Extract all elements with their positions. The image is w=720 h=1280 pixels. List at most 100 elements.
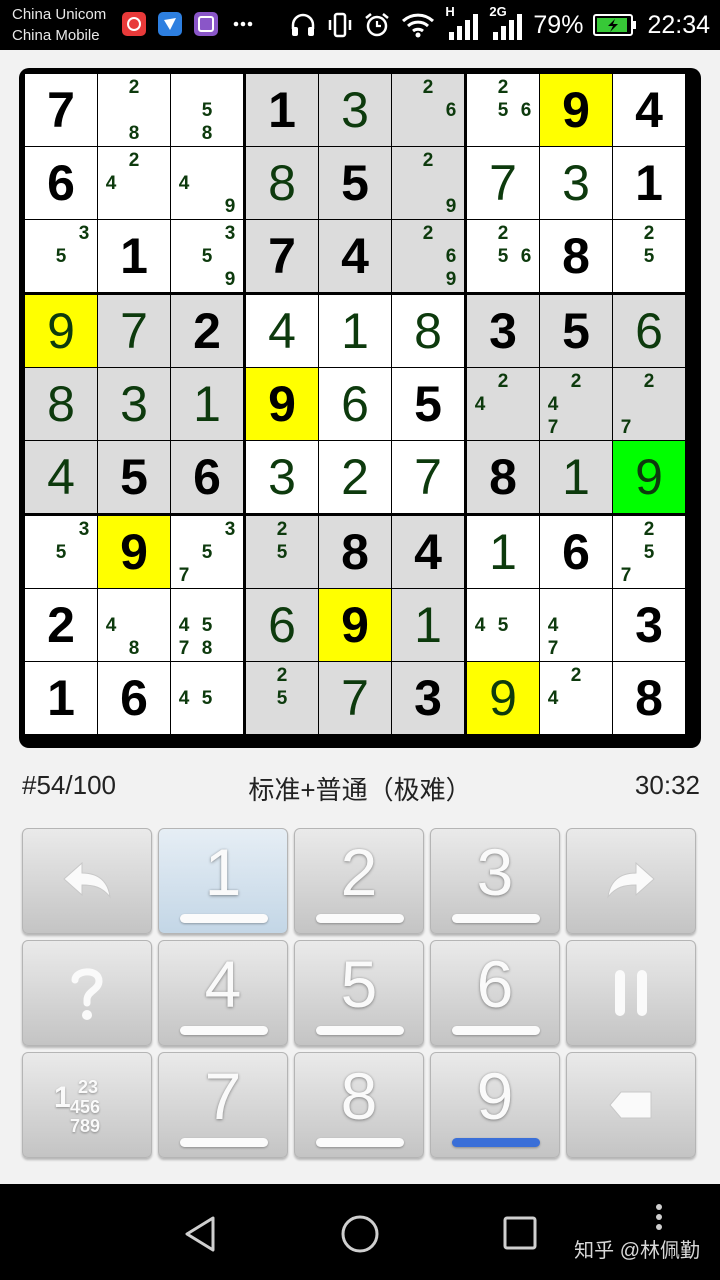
- sudoku-cell[interactable]: 2: [25, 589, 97, 661]
- sudoku-cell[interactable]: 35: [25, 516, 97, 588]
- sudoku-cell[interactable]: 3: [613, 589, 685, 661]
- sudoku-cell[interactable]: 45: [467, 589, 539, 661]
- sudoku-cell[interactable]: 8: [246, 147, 318, 219]
- sudoku-cell[interactable]: 8: [319, 516, 391, 588]
- sudoku-cell[interactable]: 9: [98, 516, 170, 588]
- sudoku-cell[interactable]: 6: [98, 662, 170, 734]
- sudoku-cell[interactable]: 25: [246, 662, 318, 734]
- sudoku-cell[interactable]: 3: [540, 147, 612, 219]
- sudoku-cell[interactable]: 4: [25, 441, 97, 513]
- sudoku-cell[interactable]: 6: [246, 589, 318, 661]
- sudoku-cell[interactable]: 6: [319, 368, 391, 440]
- sudoku-cell[interactable]: 7: [98, 295, 170, 367]
- sudoku-cell[interactable]: 1: [98, 220, 170, 292]
- digit-key[interactable]: 3: [430, 828, 560, 934]
- pause-button[interactable]: [566, 940, 696, 1046]
- sudoku-cell[interactable]: 35: [25, 220, 97, 292]
- sudoku-cell[interactable]: 2: [319, 441, 391, 513]
- sudoku-cell[interactable]: 256: [467, 220, 539, 292]
- sudoku-cell[interactable]: 7: [392, 441, 464, 513]
- sudoku-cell[interactable]: 1: [540, 441, 612, 513]
- sudoku-cell[interactable]: 3: [392, 662, 464, 734]
- sudoku-cell[interactable]: 7: [25, 74, 97, 146]
- sudoku-cell[interactable]: 357: [171, 516, 243, 588]
- digit-key[interactable]: 5: [294, 940, 424, 1046]
- redo-button[interactable]: [566, 828, 696, 934]
- sudoku-cell[interactable]: 6: [613, 295, 685, 367]
- sudoku-cell[interactable]: 247: [540, 368, 612, 440]
- sudoku-cell[interactable]: 6: [171, 441, 243, 513]
- sudoku-cell[interactable]: 269: [392, 220, 464, 292]
- more-vertical-icon[interactable]: [654, 1202, 664, 1237]
- sudoku-cell[interactable]: 4: [392, 516, 464, 588]
- hint-button[interactable]: [22, 940, 152, 1046]
- sudoku-cell[interactable]: 6: [25, 147, 97, 219]
- sudoku-cell[interactable]: 4: [246, 295, 318, 367]
- sudoku-cell[interactable]: 8: [25, 368, 97, 440]
- sudoku-cell[interactable]: 5: [319, 147, 391, 219]
- sudoku-cell[interactable]: 25: [246, 516, 318, 588]
- digit-key[interactable]: 7: [158, 1052, 288, 1158]
- sudoku-cell[interactable]: 58: [171, 74, 243, 146]
- sudoku-cell[interactable]: 3: [98, 368, 170, 440]
- digit-key[interactable]: 2: [294, 828, 424, 934]
- sudoku-cell[interactable]: 7: [319, 662, 391, 734]
- sudoku-cell[interactable]: 1: [319, 295, 391, 367]
- sudoku-cell[interactable]: 3: [319, 74, 391, 146]
- sudoku-cell[interactable]: 25: [613, 220, 685, 292]
- sudoku-cell[interactable]: 4578: [171, 589, 243, 661]
- sudoku-cell[interactable]: 5: [98, 441, 170, 513]
- sudoku-cell[interactable]: 24: [467, 368, 539, 440]
- sudoku-cell[interactable]: 6: [540, 516, 612, 588]
- sudoku-cell[interactable]: 4: [319, 220, 391, 292]
- erase-button[interactable]: [566, 1052, 696, 1158]
- sudoku-cell[interactable]: 7: [467, 147, 539, 219]
- sudoku-cell[interactable]: 27: [613, 368, 685, 440]
- sudoku-cell[interactable]: 1: [467, 516, 539, 588]
- sudoku-cell[interactable]: 1: [171, 368, 243, 440]
- recents-square-icon[interactable]: [502, 1215, 538, 1256]
- sudoku-cell[interactable]: 26: [392, 74, 464, 146]
- sudoku-cell[interactable]: 1: [246, 74, 318, 146]
- sudoku-cell[interactable]: 1: [392, 589, 464, 661]
- notes-mode-button[interactable]: 1 23 456 789: [22, 1052, 152, 1158]
- sudoku-cell[interactable]: 9: [25, 295, 97, 367]
- sudoku-cell[interactable]: 9: [613, 441, 685, 513]
- sudoku-cell[interactable]: 3: [246, 441, 318, 513]
- sudoku-cell[interactable]: 49: [171, 147, 243, 219]
- sudoku-cell[interactable]: 48: [98, 589, 170, 661]
- digit-key[interactable]: 9: [430, 1052, 560, 1158]
- sudoku-cell[interactable]: 8: [467, 441, 539, 513]
- sudoku-cell[interactable]: 2: [171, 295, 243, 367]
- digit-key[interactable]: 6: [430, 940, 560, 1046]
- sudoku-cell[interactable]: 8: [540, 220, 612, 292]
- sudoku-cell[interactable]: 9: [467, 662, 539, 734]
- sudoku-cell[interactable]: 9: [319, 589, 391, 661]
- back-triangle-icon[interactable]: [182, 1214, 218, 1259]
- sudoku-cell[interactable]: 9: [540, 74, 612, 146]
- sudoku-cell[interactable]: 1: [613, 147, 685, 219]
- sudoku-cell[interactable]: 359: [171, 220, 243, 292]
- sudoku-cell[interactable]: 45: [171, 662, 243, 734]
- sudoku-cell[interactable]: 8: [613, 662, 685, 734]
- sudoku-cell[interactable]: 24: [540, 662, 612, 734]
- sudoku-cell[interactable]: 24: [98, 147, 170, 219]
- sudoku-cell[interactable]: 257: [613, 516, 685, 588]
- digit-key[interactable]: 8: [294, 1052, 424, 1158]
- digit-key[interactable]: 1: [158, 828, 288, 934]
- sudoku-cell[interactable]: 8: [392, 295, 464, 367]
- sudoku-cell[interactable]: 47: [540, 589, 612, 661]
- home-circle-icon[interactable]: [340, 1214, 380, 1259]
- sudoku-cell[interactable]: 3: [467, 295, 539, 367]
- sudoku-cell[interactable]: 28: [98, 74, 170, 146]
- sudoku-cell[interactable]: 9: [246, 368, 318, 440]
- sudoku-cell[interactable]: 5: [540, 295, 612, 367]
- undo-button[interactable]: [22, 828, 152, 934]
- sudoku-cell[interactable]: 256: [467, 74, 539, 146]
- digit-key[interactable]: 4: [158, 940, 288, 1046]
- sudoku-cell[interactable]: 5: [392, 368, 464, 440]
- sudoku-cell[interactable]: 29: [392, 147, 464, 219]
- sudoku-cell[interactable]: 4: [613, 74, 685, 146]
- sudoku-cell[interactable]: 1: [25, 662, 97, 734]
- sudoku-cell[interactable]: 7: [246, 220, 318, 292]
